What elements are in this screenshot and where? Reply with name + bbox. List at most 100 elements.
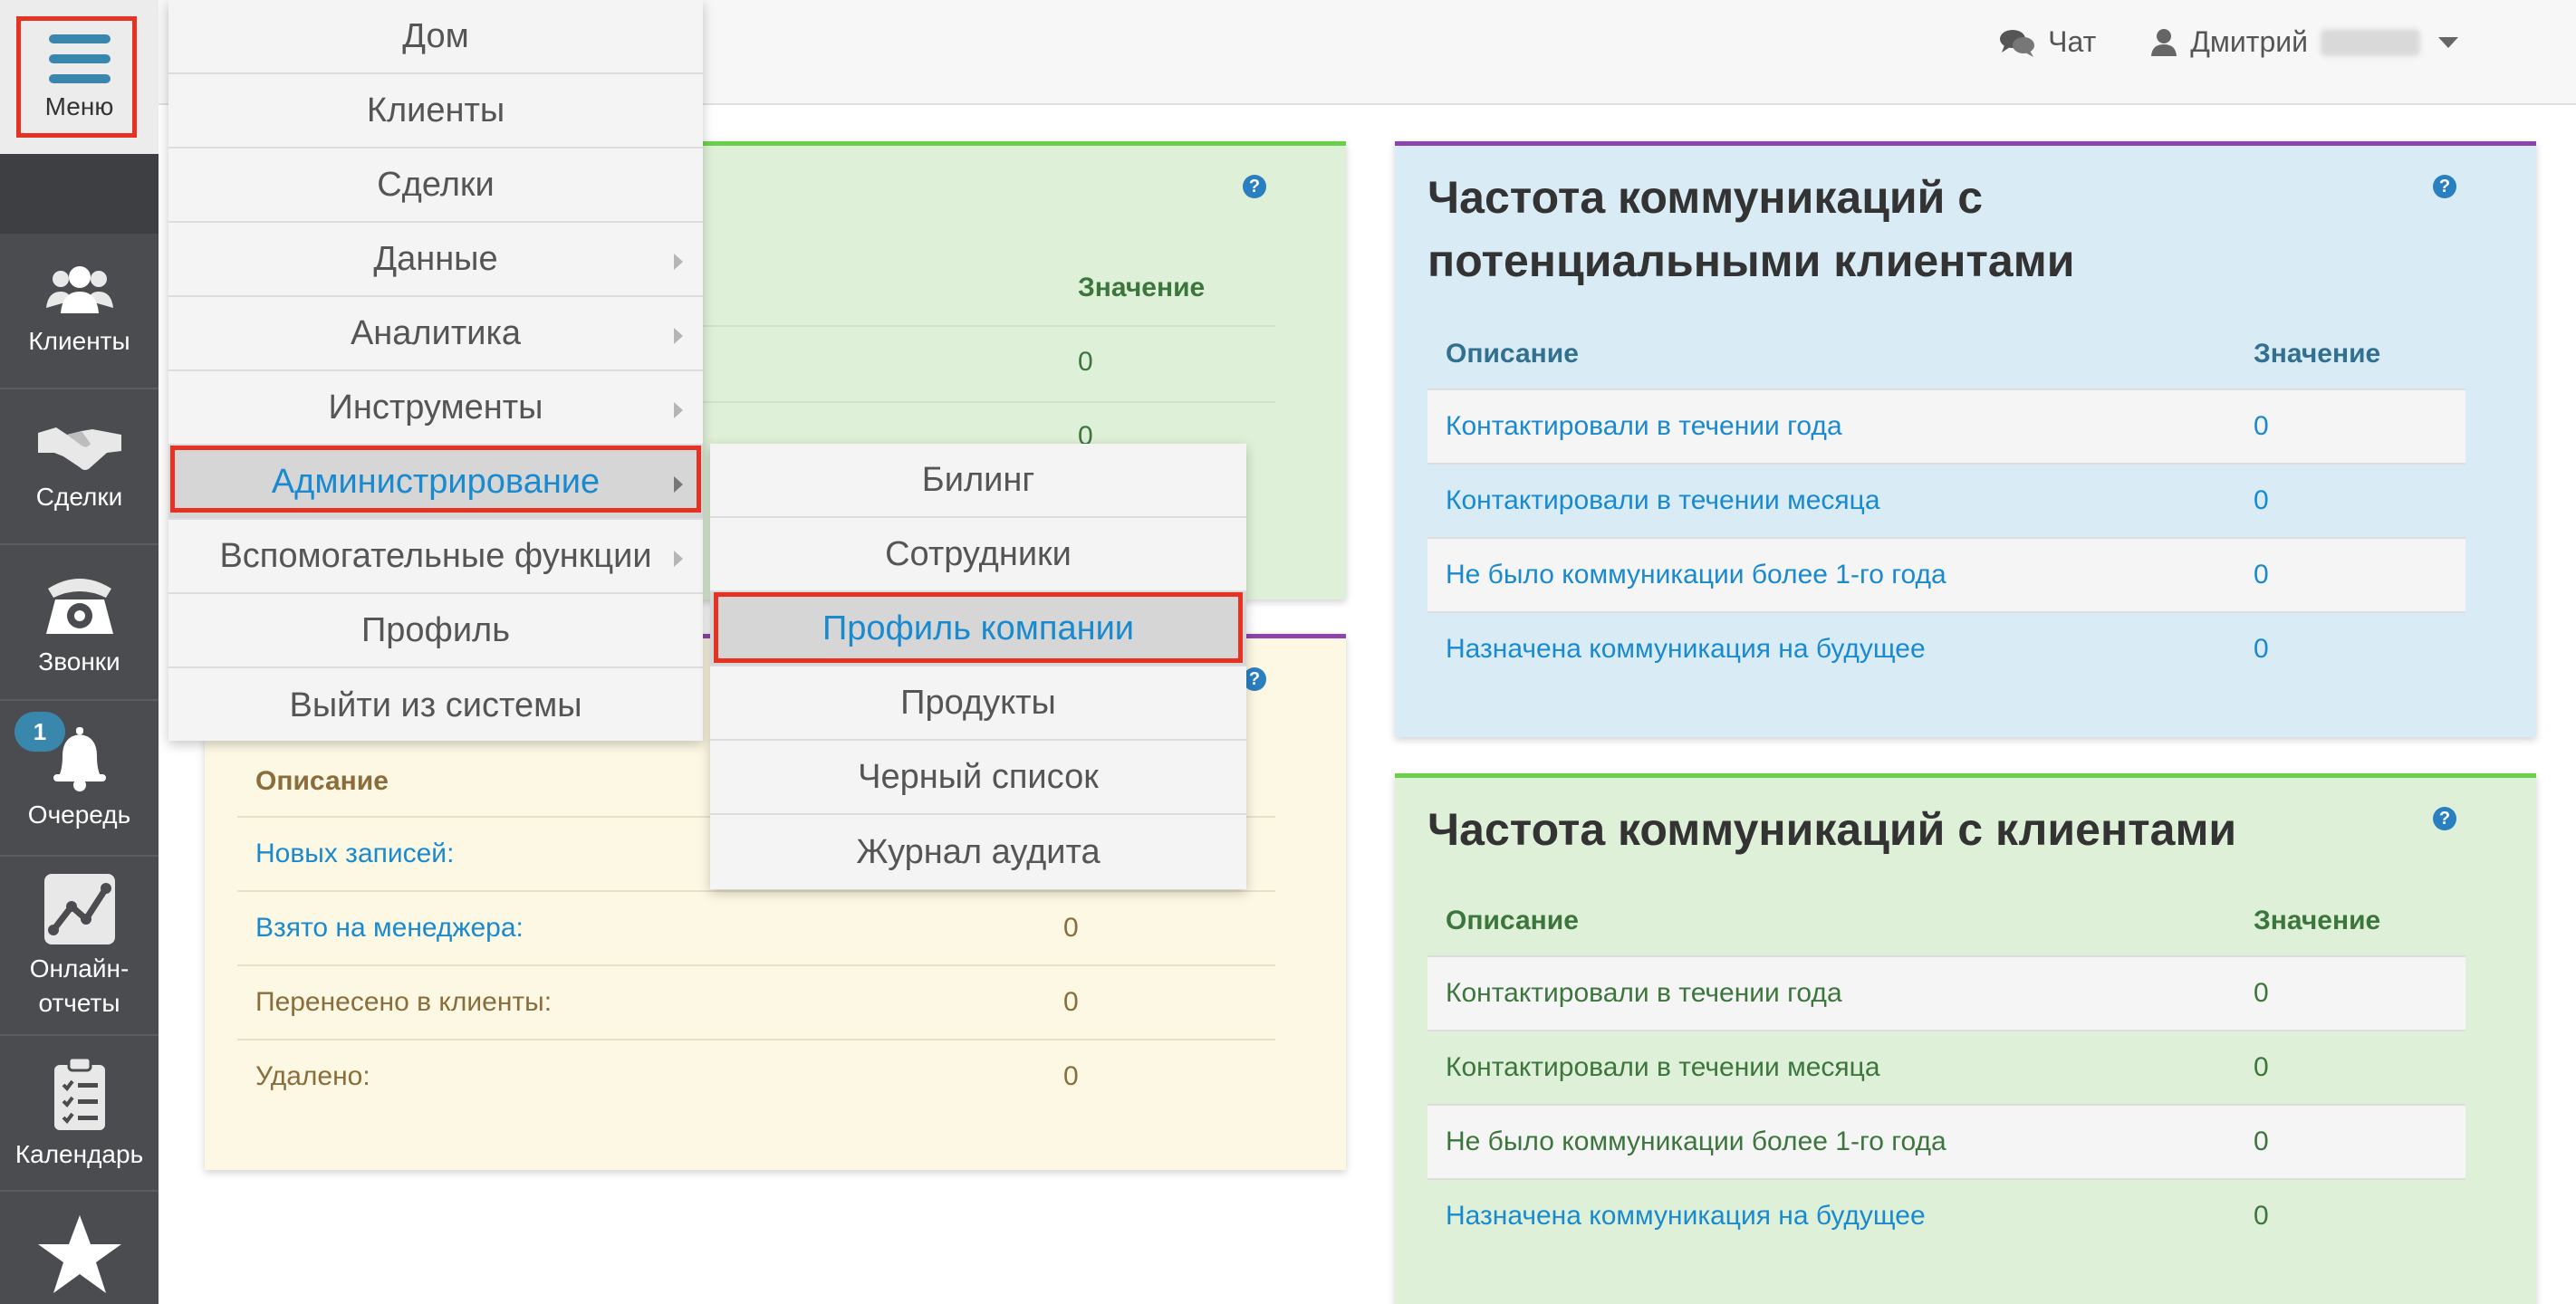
menu-item-home[interactable]: Дом: [168, 0, 703, 74]
sidebar-spacer: [0, 154, 159, 234]
table-row: Контактировали в течении года 0: [1427, 388, 2465, 463]
menu-item-deals[interactable]: Сделки: [168, 149, 703, 223]
row-value: 0: [2254, 1052, 2269, 1082]
table-row: Не было коммуникации более 1-го года 0: [1427, 1104, 2465, 1178]
leads-frequency-panel: ? Частота коммуникаций с потенциальными …: [1395, 141, 2536, 737]
clients-frequency-panel: ? Частота коммуникаций с клиентами Описа…: [1395, 773, 2536, 1304]
chat-label: Чат: [2048, 25, 2097, 58]
row-desc-link[interactable]: Контактировали в течении месяца: [1427, 485, 2254, 516]
sidebar-item-clients[interactable]: Клиенты: [0, 235, 159, 389]
row-desc: Удалено:: [255, 1061, 370, 1091]
submenu-item-employees[interactable]: Сотрудники: [710, 518, 1246, 592]
row-value: 0: [2254, 1201, 2269, 1231]
value-header: Значение: [2254, 906, 2381, 935]
row-value: 0: [2254, 1127, 2269, 1156]
menu-highlight: [16, 16, 137, 138]
user-menu[interactable]: Дмитрий: [2150, 25, 2458, 59]
row-desc: Контактировали в течении года: [1446, 978, 1842, 1008]
row-desc: Контактировали в течении месяца: [1446, 1052, 1880, 1082]
left-sidebar: Меню Клиенты Сделки Звонки Очередь 1 Онл…: [0, 0, 159, 1304]
menu-item-clients[interactable]: Клиенты: [168, 74, 703, 149]
value-header: Значение: [1078, 273, 1206, 302]
panel-title: Частота коммуникаций с клиентами: [1427, 804, 2237, 855]
phone-icon: [45, 579, 113, 634]
chat-icon: [2000, 29, 2035, 57]
sidebar-item-label: Онлайн- отчеты: [29, 954, 130, 1017]
row-value: 0: [2254, 634, 2269, 664]
sidebar-item-online-reports[interactable]: Онлайн- отчеты: [0, 858, 159, 1036]
queue-count-badge: 1: [14, 712, 65, 752]
help-icon[interactable]: ?: [1243, 175, 1266, 198]
leads-frequency-table: Описание Значение Контактировали в течен…: [1427, 320, 2465, 686]
chevron-right-icon: [674, 254, 683, 270]
row-desc: Перенесено в клиенты:: [255, 987, 553, 1017]
panel-title-line: потенциальными клиентами: [1427, 235, 2075, 286]
submenu-item-audit-log[interactable]: Журнал аудита: [710, 815, 1246, 889]
handshake-icon: [37, 427, 121, 470]
sidebar-item-label: Клиенты: [28, 327, 130, 355]
sidebar-item-queue[interactable]: Очередь 1: [0, 703, 159, 857]
table-row: Назначена коммуникация на будущее 0: [1427, 1178, 2465, 1252]
value-cell: 0: [1078, 347, 1093, 377]
menu-item-data[interactable]: Данные: [168, 223, 703, 297]
sidebar-item-favorites[interactable]: [0, 1194, 159, 1304]
row-desc: Не было коммуникации более 1-го года: [1446, 1127, 1946, 1156]
menu-item-administration[interactable]: Администрирование: [168, 446, 703, 520]
menu-item-tools[interactable]: Инструменты: [168, 371, 703, 446]
sidebar-item-calls[interactable]: Звонки: [0, 547, 159, 701]
submenu-item-company-profile[interactable]: Профиль компании: [710, 592, 1246, 666]
row-desc-link[interactable]: Не было коммуникации более 1-го года: [1427, 560, 2254, 590]
table-row: Не было коммуникации более 1-го года 0: [1427, 537, 2465, 611]
row-value: 0: [1063, 913, 1079, 943]
sidebar-item-label: Звонки: [38, 647, 120, 676]
chevron-right-icon: [674, 402, 683, 418]
row-value: 0: [2254, 978, 2269, 1008]
row-desc-link[interactable]: Назначена коммуникация на будущее: [1427, 634, 2254, 665]
help-icon[interactable]: ?: [2433, 175, 2456, 198]
sidebar-item-calendar[interactable]: Календарь: [0, 1038, 159, 1192]
menu-item-profile[interactable]: Профиль: [168, 594, 703, 668]
submenu-item-blacklist[interactable]: Черный список: [710, 741, 1246, 815]
row-value: 0: [2254, 560, 2269, 590]
chevron-right-icon: [674, 551, 683, 567]
chevron-right-icon: [674, 476, 683, 493]
row-desc-link[interactable]: Взято на менеджера:: [237, 913, 1063, 944]
table-header: Описание Значение: [1427, 320, 2465, 388]
user-name: Дмитрий: [2190, 25, 2308, 58]
clients-frequency-table: Описание Значение Контактировали в течен…: [1427, 887, 2465, 1252]
sidebar-item-label: Календарь: [14, 1140, 144, 1168]
table-row: Контактировали в течении месяца 0: [1427, 463, 2465, 537]
row-desc-link[interactable]: Назначена коммуникация на будущее: [1427, 1201, 2254, 1232]
sidebar-item-deals[interactable]: Сделки: [0, 391, 159, 545]
row-value: 0: [2254, 485, 2269, 515]
submenu-item-products[interactable]: Продукты: [710, 666, 1246, 741]
menu-item-analytics[interactable]: Аналитика: [168, 297, 703, 371]
desc-header: Описание: [1446, 906, 1579, 935]
row-value: 0: [2254, 411, 2269, 441]
chart-icon: [43, 874, 115, 944]
menu-item-logout[interactable]: Выйти из системы: [168, 668, 703, 743]
menu-item-auxiliary-functions[interactable]: Вспомогательные функции: [168, 520, 703, 594]
user-icon: [2151, 28, 2177, 56]
header-right: Чат Дмитрий: [1999, 25, 2458, 59]
sidebar-item-label: Сделки: [35, 483, 123, 511]
submenu-item-billing[interactable]: Билинг: [710, 444, 1246, 518]
row-value: 0: [1063, 987, 1079, 1017]
admin-submenu: Билинг Сотрудники Профиль компании Проду…: [710, 444, 1246, 889]
table-row: Контактировали в течении месяца 0: [1427, 1030, 2465, 1104]
users-icon: [45, 266, 113, 313]
row-value: 0: [1063, 1061, 1079, 1091]
desc-header: Описание: [1446, 339, 1579, 369]
table-row: Взято на менеджера: 0: [237, 890, 1275, 964]
panel-title-line: Частота коммуникаций с: [1427, 172, 1984, 223]
table-row: Контактировали в течении года 0: [1427, 955, 2465, 1030]
panel-title: Частота коммуникаций с потенциальными кл…: [1427, 166, 2074, 292]
clipboard-icon: [53, 1056, 105, 1130]
table-header: Описание Значение: [1427, 887, 2465, 955]
star-icon: [37, 1215, 121, 1293]
chevron-right-icon: [674, 328, 683, 344]
row-desc-link[interactable]: Контактировали в течении года: [1427, 411, 2254, 442]
value-header: Значение: [2254, 339, 2381, 369]
help-icon[interactable]: ?: [2433, 807, 2456, 830]
chat-link[interactable]: Чат: [1999, 25, 2096, 59]
